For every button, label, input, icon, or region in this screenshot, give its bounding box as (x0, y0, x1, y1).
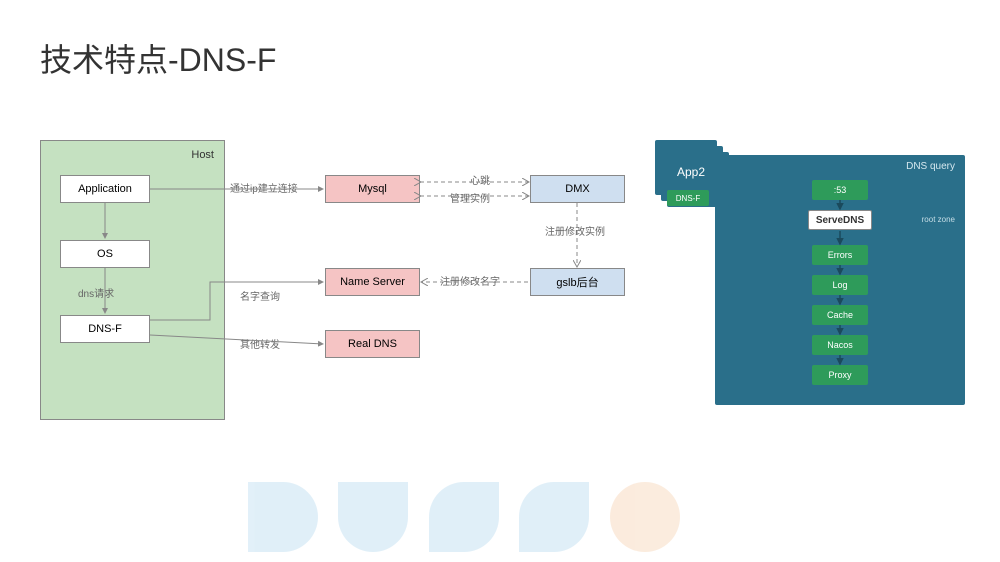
realdns-node: Real DNS (325, 330, 420, 358)
page-title: 技术特点-DNS-F (40, 35, 276, 81)
app2-label: App2 (677, 165, 705, 179)
wm-letter-o (610, 482, 680, 552)
host-label: Host (191, 149, 214, 161)
architecture-diagram: Host Application OS DNS-F Mysql Name Ser… (30, 140, 640, 420)
nameserver-node: Name Server (325, 268, 420, 296)
wm-letter-b2 (519, 482, 589, 552)
manage-instance-label: 管理实例 (450, 190, 490, 205)
dns-query-label: DNS query (906, 161, 955, 172)
dnsf-mini-badge: DNS-F (667, 190, 709, 206)
log-box: Log (812, 275, 868, 295)
dnsf-node: DNS-F (60, 315, 150, 343)
servedns-box: ServeDNS (808, 210, 872, 230)
dmx-node: DMX (530, 175, 625, 203)
register-instance-label: 注册修改实例 (545, 223, 605, 238)
wm-letter-u (338, 482, 408, 552)
cache-box: Cache (812, 305, 868, 325)
root-zone-label: root zone (922, 215, 955, 224)
dns-query-diagram: DNS query :53 ServeDNS root zone Errors … (655, 140, 975, 410)
connect-via-ip-label: 通过ip建立连接 (230, 180, 298, 195)
dubbo-watermark (240, 482, 760, 562)
wm-letter-b1 (429, 482, 499, 552)
nacos-box: Nacos (812, 335, 868, 355)
port-53-box: :53 (812, 180, 868, 200)
register-name-label: 注册修改名字 (440, 273, 500, 288)
heartbeat-label: 心跳 (470, 172, 490, 187)
proxy-box: Proxy (812, 365, 868, 385)
os-node: OS (60, 240, 150, 268)
dns-panel: DNS query :53 ServeDNS root zone Errors … (715, 155, 965, 405)
mysql-node: Mysql (325, 175, 420, 203)
gslb-node: gslb后台 (530, 268, 625, 296)
dns-request-label: dns请求 (78, 285, 114, 300)
application-node: Application (60, 175, 150, 203)
other-forward-label: 其他转发 (240, 336, 280, 351)
errors-box: Errors (812, 245, 868, 265)
wm-letter-d (248, 482, 318, 552)
app2-stack: App2 DNS-F (655, 140, 735, 215)
name-query-label: 名字查询 (240, 288, 280, 303)
